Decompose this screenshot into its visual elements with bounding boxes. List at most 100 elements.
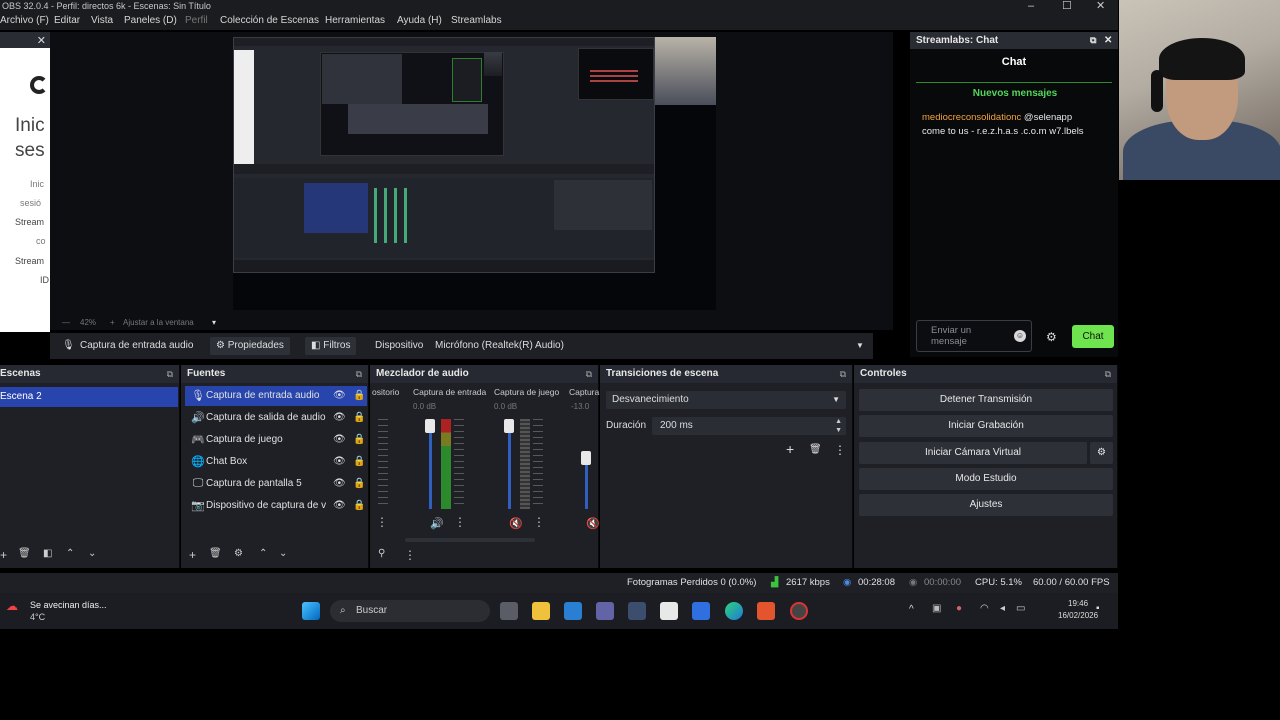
tray-icon[interactable]: ▣ <box>932 603 941 614</box>
source-item[interactable]: 🔊 Captura de salida de audio 👁 🔒 <box>185 408 367 428</box>
clock[interactable]: 19:46 16/02/2026 <box>1058 598 1098 622</box>
brave-icon[interactable] <box>757 602 775 620</box>
menu-herramientas[interactable]: Herramientas <box>325 12 385 30</box>
properties-button[interactable]: ⚙ Propiedades <box>210 337 290 355</box>
settings-button[interactable]: Ajustes <box>859 494 1113 516</box>
windows-start-icon[interactable] <box>302 602 320 620</box>
undock-icon[interactable]: ⧉ <box>1105 365 1111 383</box>
add-icon[interactable]: + <box>0 548 7 562</box>
start-recording-button[interactable]: Iniciar Grabación <box>859 415 1113 437</box>
eye-icon[interactable]: 👁 <box>333 412 346 423</box>
undock-icon[interactable]: ⧉ <box>356 365 362 383</box>
filters-button[interactable]: ◧ Filtros <box>305 337 357 355</box>
tray-icon[interactable]: ● <box>956 603 962 614</box>
chevron-down-icon[interactable]: ⌄ <box>279 548 287 559</box>
lock-icon[interactable]: 🔒 <box>353 434 365 445</box>
undock-icon[interactable]: ⧉ <box>1090 32 1096 49</box>
edge-icon[interactable] <box>725 602 743 620</box>
trash-icon[interactable]: 🗑 <box>209 548 222 559</box>
obs-icon[interactable] <box>790 602 808 620</box>
chevron-down-icon[interactable]: ▼ <box>856 333 864 359</box>
source-item[interactable]: 📷 Dispositivo de captura de v 👁 🔒 <box>185 496 367 516</box>
more-options-icon[interactable]: ⋮ <box>404 548 416 562</box>
muted-speaker-icon[interactable]: 🔇 <box>509 517 523 530</box>
more-options-icon[interactable]: ⋮ <box>533 515 545 529</box>
app-icon[interactable] <box>692 602 710 620</box>
menu-editar[interactable]: Editar <box>54 12 80 30</box>
teams-icon[interactable] <box>596 602 614 620</box>
volume-slider-knob[interactable] <box>581 451 591 465</box>
chat-send-button[interactable]: Chat <box>1072 325 1114 348</box>
undock-icon[interactable]: ⧉ <box>586 365 592 383</box>
lock-icon[interactable]: 🔒 <box>353 390 365 401</box>
eye-icon[interactable]: 👁 <box>333 478 346 489</box>
lock-icon[interactable]: 🔒 <box>353 412 365 423</box>
scene-item[interactable]: Escena 2 <box>0 387 178 407</box>
preview-canvas[interactable] <box>233 37 716 310</box>
close-icon[interactable]: ✕ <box>1104 32 1112 49</box>
volume-icon[interactable]: ◂ <box>1000 603 1005 614</box>
eye-icon[interactable]: 👁 <box>333 390 346 401</box>
start-virtual-camera-button[interactable]: Iniciar Cámara Virtual <box>859 442 1087 464</box>
fit-window-label[interactable]: Ajustar a la ventana <box>123 318 194 327</box>
lock-icon[interactable]: 🔒 <box>353 500 365 511</box>
gear-icon[interactable]: ⚙ <box>1046 330 1057 344</box>
mixer-scrollbar[interactable] <box>405 538 535 542</box>
link-icon[interactable]: ⚲ <box>378 548 385 559</box>
menu-coleccion-escenas[interactable]: Colección de Escenas <box>220 12 319 30</box>
chevron-up-icon[interactable]: ⌃ <box>259 548 267 559</box>
trash-icon[interactable]: 🗑 <box>18 548 31 559</box>
gear-icon[interactable]: ⚙ <box>234 548 243 559</box>
duration-input[interactable]: 200 ms ▲ ▼ <box>652 417 846 435</box>
lock-icon[interactable]: 🔒 <box>353 478 365 489</box>
transition-select[interactable]: Desvanecimiento ▼ <box>606 391 846 409</box>
chevron-up-icon[interactable]: ⌃ <box>66 548 74 559</box>
filter-icon[interactable]: ◧ <box>43 548 52 559</box>
vscode-icon[interactable] <box>564 602 582 620</box>
undock-icon[interactable]: ⧉ <box>840 365 846 383</box>
close-icon[interactable]: ✕ <box>37 34 46 47</box>
source-item[interactable]: 🎙 Captura de entrada audio 👁 🔒 <box>185 386 367 406</box>
volume-slider-knob[interactable] <box>504 419 514 433</box>
chevron-up-icon[interactable]: ^ <box>909 604 914 615</box>
chat-username[interactable]: mediocreconsolidationc <box>922 112 1021 123</box>
volume-slider-knob[interactable] <box>425 419 435 433</box>
add-icon[interactable]: + <box>786 441 794 457</box>
minimize-button[interactable]: – <box>1028 0 1034 12</box>
menu-perfil[interactable]: Perfil <box>185 12 208 30</box>
muted-speaker-icon[interactable]: 🔇 <box>586 517 600 530</box>
menu-paneles[interactable]: Paneles (D) <box>124 12 177 30</box>
menu-archivo[interactable]: Archivo (F) <box>0 12 49 30</box>
file-explorer-icon[interactable] <box>532 602 550 620</box>
emoji-icon[interactable]: ☺ <box>1014 330 1026 342</box>
wifi-icon[interactable]: ◠ <box>980 603 989 614</box>
studio-mode-button[interactable]: Modo Estudio <box>859 468 1113 490</box>
device-select[interactable]: Micrófono (Realtek(R) Audio) <box>435 333 564 359</box>
speaker-icon[interactable]: 🔊 <box>430 517 444 530</box>
source-item[interactable]: 🎮 Captura de juego 👁 🔒 <box>185 430 367 450</box>
zoom-minus[interactable]: — <box>62 318 70 327</box>
close-button[interactable]: ✕ <box>1096 0 1105 12</box>
taskbar-search[interactable]: ⌕ Buscar <box>330 600 490 622</box>
stop-stream-button[interactable]: Detener Transmisión <box>859 389 1113 411</box>
menu-ayuda[interactable]: Ayuda (H) <box>397 12 442 30</box>
stepper-icon[interactable]: ▲ ▼ <box>835 417 842 435</box>
notification-icon[interactable]: ▪ <box>1096 603 1100 614</box>
battery-icon[interactable]: ▭ <box>1016 603 1025 614</box>
zoom-plus[interactable]: + <box>110 318 115 327</box>
lock-icon[interactable]: 🔒 <box>353 456 365 467</box>
eye-icon[interactable]: 👁 <box>333 456 346 467</box>
calendar-icon[interactable] <box>660 602 678 620</box>
trash-icon[interactable]: 🗑 <box>809 444 822 455</box>
more-options-icon[interactable]: ⋮ <box>454 515 466 529</box>
source-item[interactable]: 🌐 Chat Box 👁 🔒 <box>185 452 367 472</box>
source-item[interactable]: 🖵 Captura de pantalla 5 👁 🔒 <box>185 474 367 494</box>
chevron-down-icon[interactable]: ▾ <box>212 318 216 327</box>
undock-icon[interactable]: ⧉ <box>167 365 173 383</box>
more-options-icon[interactable]: ⋮ <box>376 515 388 529</box>
gear-icon[interactable]: ⚙ <box>1090 442 1113 464</box>
task-view-icon[interactable] <box>500 602 518 620</box>
app-icon[interactable] <box>628 602 646 620</box>
menu-vista[interactable]: Vista <box>91 12 113 30</box>
add-icon[interactable]: + <box>189 548 196 562</box>
